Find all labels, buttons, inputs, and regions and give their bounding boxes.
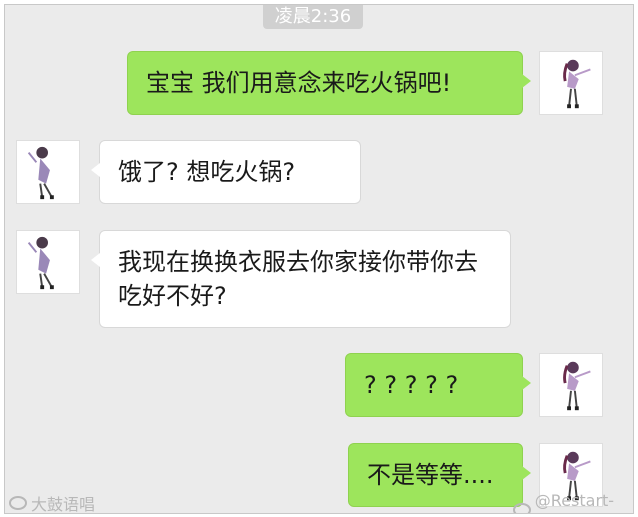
incoming-message-bubble[interactable]: 饿了? 想吃火锅?	[91, 140, 361, 204]
watermark-left: 大鼓语唱	[9, 491, 96, 514]
anime-boy-avatar-icon	[27, 146, 54, 200]
message-text: 不是等等....	[367, 461, 494, 489]
contact-avatar[interactable]	[16, 140, 80, 204]
outgoing-message-bubble[interactable]: 宝宝 我们用意念来吃火锅吧!	[127, 51, 531, 115]
timestamp: 凌晨2:36	[263, 5, 363, 29]
message-text: 我现在换换衣服去你家接你带你去吃好不好?	[118, 248, 478, 310]
message-text: 宝宝 我们用意念来吃火锅吧!	[146, 69, 452, 97]
weibo-icon	[9, 496, 27, 510]
own-avatar[interactable]	[539, 51, 603, 115]
outgoing-message-bubble[interactable]: 不是等等....	[348, 443, 531, 507]
incoming-message-bubble[interactable]: 我现在换换衣服去你家接你带你去吃好不好?	[91, 230, 511, 328]
anime-girl-avatar-icon	[563, 361, 591, 411]
watermark-right: @Restart-99	[513, 491, 633, 513]
anime-girl-avatar-icon	[563, 59, 591, 109]
anime-boy-avatar-icon	[27, 236, 54, 290]
weibo-icon	[513, 503, 531, 513]
chat-window: 凌晨2:36 宝宝 我们用意念来吃火锅吧! 饿了? 想吃火锅? 我现在换换衣服去…	[4, 4, 634, 514]
own-avatar[interactable]	[539, 353, 603, 417]
outgoing-message-bubble[interactable]: ? ? ? ? ?	[345, 353, 531, 417]
watermark-text: 大鼓语唱	[31, 495, 96, 514]
watermark-text: @Restart-99	[534, 491, 615, 513]
contact-avatar[interactable]	[16, 230, 80, 294]
message-text: 饿了? 想吃火锅?	[118, 158, 296, 186]
message-text: ? ? ? ? ?	[364, 371, 459, 399]
